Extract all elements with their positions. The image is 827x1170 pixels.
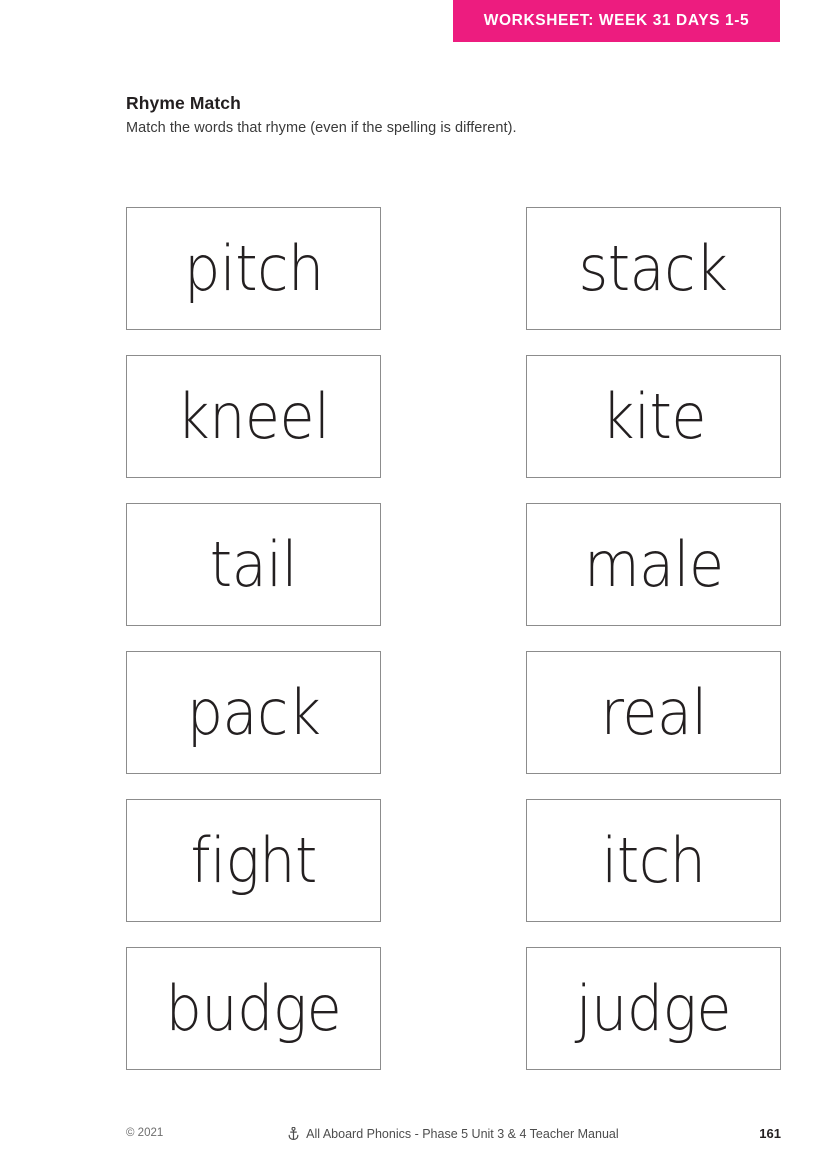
word-card-right[interactable]: real: [526, 651, 781, 774]
worksheet-page: WORKSHEET: WEEK 31 DAYS 1-5 Rhyme Match …: [0, 0, 827, 1170]
page-footer: © 2021 All Aboard Phonics - Phase 5 Unit…: [126, 1125, 781, 1149]
footer-source-text: All Aboard Phonics - Phase 5 Unit 3 & 4 …: [306, 1127, 619, 1141]
banner-label: WORKSHEET: WEEK 31 DAYS 1-5: [483, 12, 750, 29]
word-card-text: fight: [190, 823, 317, 897]
card-row: fight itch: [126, 799, 781, 922]
word-card-text: tail: [209, 527, 298, 601]
word-card-left[interactable]: fight: [126, 799, 381, 922]
card-row: budge judge: [126, 947, 781, 1070]
word-card-right[interactable]: stack: [526, 207, 781, 330]
word-card-right[interactable]: male: [526, 503, 781, 626]
word-card-grid: pitch stack kneel kite tail male pack re…: [126, 207, 781, 1070]
word-card-text: pack: [186, 675, 321, 749]
word-card-left[interactable]: tail: [126, 503, 381, 626]
word-card-text: real: [600, 675, 707, 749]
word-card-right[interactable]: kite: [526, 355, 781, 478]
footer-source-line: All Aboard Phonics - Phase 5 Unit 3 & 4 …: [126, 1126, 781, 1143]
card-row: tail male: [126, 503, 781, 626]
word-card-text: kite: [601, 379, 706, 453]
anchor-icon: [288, 1126, 299, 1143]
worksheet-banner: WORKSHEET: WEEK 31 DAYS 1-5: [453, 0, 780, 42]
card-row: pitch stack: [126, 207, 781, 330]
word-card-text: stack: [578, 231, 729, 305]
word-card-right[interactable]: judge: [526, 947, 781, 1070]
card-row: pack real: [126, 651, 781, 774]
word-card-text: itch: [601, 823, 706, 897]
page-instructions: Match the words that rhyme (even if the …: [126, 120, 517, 136]
title-block: Rhyme Match Match the words that rhyme (…: [126, 93, 746, 136]
word-card-text: pitch: [183, 231, 324, 305]
word-card-text: judge: [575, 971, 732, 1045]
word-card-left[interactable]: pack: [126, 651, 381, 774]
word-card-left[interactable]: kneel: [126, 355, 381, 478]
word-card-left[interactable]: pitch: [126, 207, 381, 330]
word-card-right[interactable]: itch: [526, 799, 781, 922]
card-row: kneel kite: [126, 355, 781, 478]
word-card-text: male: [583, 527, 724, 601]
page-number: 161: [759, 1126, 781, 1141]
word-card-left[interactable]: budge: [126, 947, 381, 1070]
page-title: Rhyme Match: [126, 93, 241, 113]
word-card-text: kneel: [177, 379, 330, 453]
word-card-text: budge: [165, 971, 342, 1045]
